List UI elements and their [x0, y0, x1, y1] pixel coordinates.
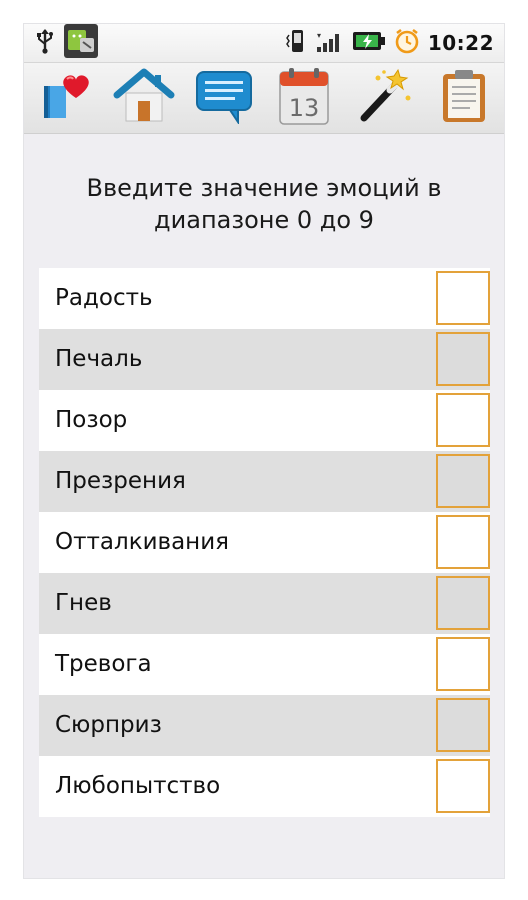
- emotion-row-anger: Гнев: [39, 573, 490, 634]
- emotion-row-joy: Радость: [39, 268, 490, 329]
- calendar-button[interactable]: 13: [272, 66, 336, 130]
- emotion-value-input[interactable]: [436, 698, 490, 752]
- android-notification-icon: [64, 24, 98, 62]
- signal-icon: ▾: [316, 29, 344, 57]
- emotion-value-input[interactable]: [436, 759, 490, 813]
- emotion-row-surprise: Сюрприз: [39, 695, 490, 756]
- message-button[interactable]: [192, 66, 256, 130]
- emotion-label: Отталкивания: [55, 529, 230, 555]
- emotion-value-input[interactable]: [436, 515, 490, 569]
- emotion-label: Любопытство: [55, 773, 221, 799]
- emotion-row-sadness: Печаль: [39, 329, 490, 390]
- emotion-value-input[interactable]: [436, 271, 490, 325]
- page-title: Введите значение эмоций в диапазоне 0 до…: [24, 172, 504, 236]
- emotion-row-anxiety: Тревога: [39, 634, 490, 695]
- magic-wand-button[interactable]: [352, 66, 416, 130]
- emotion-label: Сюрприз: [55, 712, 162, 738]
- heart-book-button[interactable]: [32, 66, 96, 130]
- emotion-label: Гнев: [55, 590, 112, 616]
- svg-text:13: 13: [289, 94, 320, 122]
- speech-bubble-icon: [194, 68, 254, 128]
- home-button[interactable]: [112, 66, 176, 130]
- emotion-label: Позор: [55, 407, 128, 433]
- emotion-row-shame: Позор: [39, 390, 490, 451]
- emotion-row-contempt: Презрения: [39, 451, 490, 512]
- emotion-value-input[interactable]: [436, 393, 490, 447]
- calendar-icon: 13: [277, 66, 331, 130]
- emotion-value-input[interactable]: [436, 332, 490, 386]
- phone-screen: ▾ 10:22 13 Введите значение эмоций в диа…: [24, 24, 504, 878]
- emotion-row-disgust: Отталкивания: [39, 512, 490, 573]
- emotion-label: Презрения: [55, 468, 186, 494]
- toolbar: 13: [24, 63, 504, 134]
- clipboard-button[interactable]: [432, 66, 496, 130]
- svg-text:▾: ▾: [317, 31, 321, 40]
- emotion-label: Тревога: [55, 651, 152, 677]
- clipboard-icon: [440, 67, 488, 129]
- page-title-line-1: Введите значение эмоций в: [86, 174, 442, 202]
- emotion-row-curiosity: Любопытство: [39, 756, 490, 817]
- magic-wand-icon: [354, 66, 414, 130]
- emotion-label: Радость: [55, 285, 153, 311]
- home-icon: [113, 67, 175, 129]
- page-title-line-2: диапазоне 0 до 9: [154, 206, 374, 234]
- emotion-value-input[interactable]: [436, 637, 490, 691]
- heart-book-icon: [36, 68, 92, 128]
- emotion-value-input[interactable]: [436, 576, 490, 630]
- battery-charging-icon: [352, 30, 386, 56]
- clock: 10:22: [427, 31, 494, 55]
- phone-vibrate-icon: [285, 27, 308, 59]
- emotion-label: Печаль: [55, 346, 143, 372]
- alarm-icon: [394, 28, 420, 58]
- usb-icon: [36, 28, 54, 58]
- status-bar: ▾ 10:22: [24, 24, 504, 63]
- emotion-value-input[interactable]: [436, 454, 490, 508]
- emotion-list: Радость Печаль Позор Презрения Отталкива…: [39, 268, 490, 817]
